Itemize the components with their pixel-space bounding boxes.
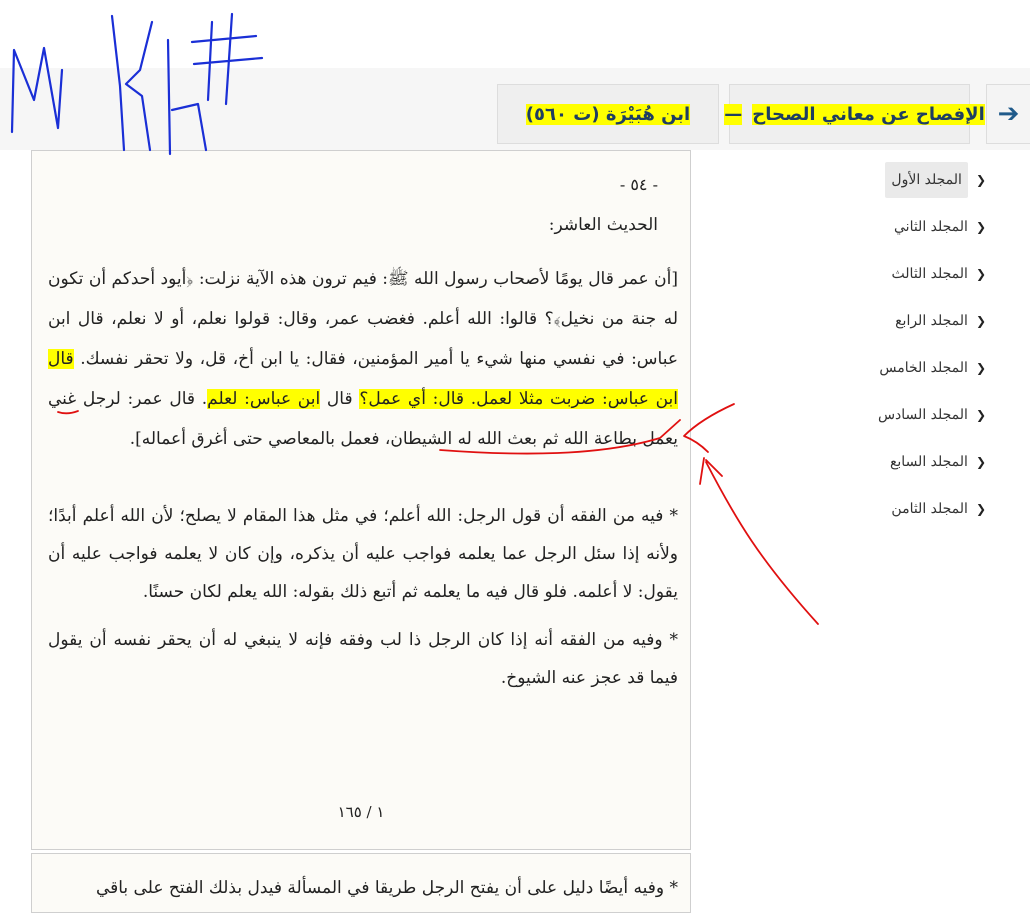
sidebar-item-volume-8[interactable]: ❮ المجلد الثامن xyxy=(836,485,986,532)
book-title-button[interactable]: الإفصاح عن معاني الصحاح — xyxy=(724,84,985,144)
chevron-left-icon: ❮ xyxy=(975,219,986,234)
sidebar-item-volume-1[interactable]: ❮ المجلد الأول xyxy=(836,156,986,203)
ink-arrow-2 xyxy=(699,457,819,625)
ink-arrow-1 xyxy=(683,403,735,453)
chevron-left-icon: ❮ xyxy=(975,501,986,516)
sidebar-item-volume-7[interactable]: ❮ المجلد السابع xyxy=(836,438,986,485)
book-page: - ٥٤ - الحديث العاشر: [أن عمر قال يومًا … xyxy=(31,150,691,850)
sidebar-item-volume-5[interactable]: ❮ المجلد الخامس xyxy=(836,344,986,391)
chevron-left-icon: ❮ xyxy=(975,454,986,469)
sidebar-item-volume-3[interactable]: ❮ المجلد الثالث xyxy=(836,250,986,297)
book-title: الإفصاح عن معاني الصحاح xyxy=(752,103,985,125)
sidebar-item-volume-4[interactable]: ❮ المجلد الرابع xyxy=(836,297,986,344)
hadith-title: الحديث العاشر: xyxy=(548,215,658,235)
author-name: ابن هُبَيْرَة (ت ٥٦٠) xyxy=(525,103,691,125)
top-area xyxy=(0,0,1030,68)
sidebar-item-volume-6[interactable]: ❮ المجلد السادس xyxy=(836,391,986,438)
chevron-left-icon: ❮ xyxy=(975,360,986,375)
author-button[interactable]: ابن هُبَيْرَة (ت ٥٦٠) xyxy=(497,84,719,144)
next-book-page: * وفيه أيضًا دليل على أن يفتح الرجل طريق… xyxy=(31,853,691,913)
back-arrow-button[interactable]: ➔ xyxy=(986,84,1030,144)
chevron-left-icon: ❮ xyxy=(975,407,986,422)
title-separator: — xyxy=(724,103,743,125)
commentary-paragraph-1: * فيه من الفقه أن قول الرجل: الله أعلم؛ … xyxy=(48,506,678,602)
sidebar-item-volume-2[interactable]: ❮ المجلد الثاني xyxy=(836,203,986,250)
highlight-2: ابن عباس: لعلم xyxy=(207,389,321,409)
page-footer-number: ١ / ١٦٥ xyxy=(337,803,385,821)
page-marker: - ٥٤ - xyxy=(619,175,658,194)
hadith-text: [أن عمر قال يومًا لأصحاب رسول الله ﷺ: في… xyxy=(48,269,679,449)
volume-sidebar: ❮ المجلد الأول ❮ المجلد الثاني ❮ المجلد الث… xyxy=(836,156,986,532)
commentary-paragraph-2: * وفيه من الفقه أنه إذا كان الرجل ذا لب … xyxy=(48,630,678,688)
chevron-left-icon: ❮ xyxy=(975,266,986,281)
chevron-left-icon: ❮ xyxy=(975,172,986,187)
arrow-right-icon: ➔ xyxy=(997,99,1020,129)
next-page-paragraph: * وفيه أيضًا دليل على أن يفتح الرجل طريق… xyxy=(95,878,678,898)
chevron-left-icon: ❮ xyxy=(975,313,986,328)
